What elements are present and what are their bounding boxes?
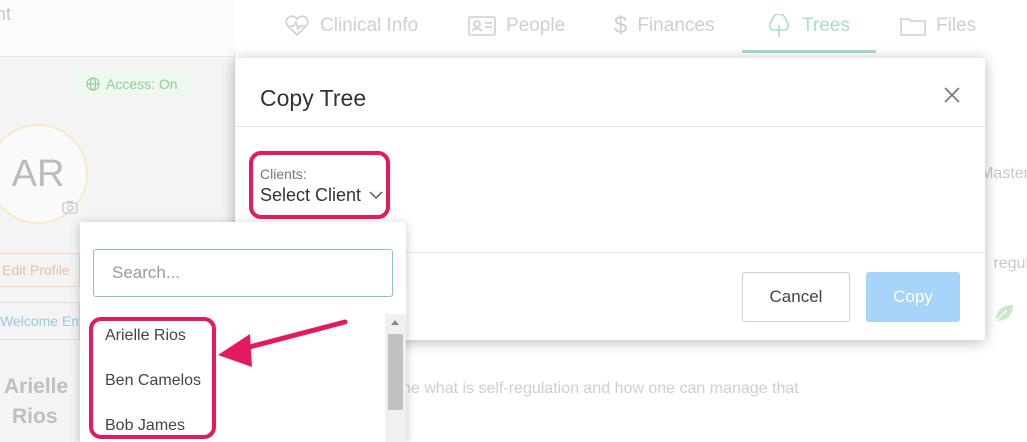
client-option-list: Arielle Rios Ben Camelos Bob James bbox=[80, 314, 385, 442]
avatar-initials: AR bbox=[11, 152, 65, 195]
welcome-email-label: Welcome Em bbox=[0, 313, 80, 329]
leaf-icon bbox=[993, 302, 1015, 330]
client-last-name: Rios bbox=[12, 405, 58, 428]
tab-label: Files bbox=[936, 15, 977, 36]
modal-header: Copy Tree bbox=[235, 58, 985, 127]
main-tabs: Clinical Info People $ Finances Trees Fi… bbox=[234, 0, 1027, 52]
header-fragment: nt bbox=[0, 4, 12, 24]
tab-label: Trees bbox=[802, 15, 850, 36]
cancel-button[interactable]: Cancel bbox=[742, 272, 850, 322]
camera-icon[interactable] bbox=[62, 200, 78, 217]
globe-icon bbox=[86, 77, 100, 91]
scroll-thumb[interactable] bbox=[388, 334, 403, 410]
tree-icon bbox=[768, 14, 790, 37]
client-first-name: Arielle bbox=[4, 375, 69, 398]
clients-label: Clients: bbox=[260, 166, 307, 182]
tree-description: ne what is self-regulation and how one c… bbox=[402, 380, 799, 397]
folder-icon bbox=[900, 18, 926, 36]
welcome-email-button[interactable]: Welcome Em bbox=[0, 302, 80, 340]
client-select-value: Select Client bbox=[260, 185, 362, 205]
clients-field[interactable]: Clients: Select Client bbox=[260, 166, 388, 220]
dollar-icon: $ bbox=[614, 12, 628, 39]
copy-button[interactable]: Copy bbox=[866, 272, 960, 322]
sidebar-header: nt bbox=[0, 0, 234, 57]
edit-profile-label: Edit Profile bbox=[2, 262, 70, 278]
background-text: Master bbox=[980, 165, 1027, 182]
tab-clinical-info[interactable]: Clinical Info bbox=[284, 0, 418, 52]
client-select[interactable]: Select Client bbox=[260, 185, 383, 206]
tab-files[interactable]: Files bbox=[900, 0, 976, 52]
tab-trees[interactable]: Trees bbox=[766, 0, 850, 52]
list-item[interactable]: Arielle Rios bbox=[105, 327, 186, 345]
background-text: regul bbox=[993, 255, 1027, 272]
id-card-icon bbox=[468, 16, 496, 36]
chevron-down-icon bbox=[369, 191, 383, 199]
close-icon[interactable] bbox=[943, 86, 963, 106]
active-tab-indicator bbox=[742, 50, 876, 53]
scroll-up-icon[interactable] bbox=[391, 320, 399, 325]
client-search-input[interactable] bbox=[93, 249, 393, 297]
list-item[interactable]: Ben Camelos bbox=[105, 372, 201, 390]
dropdown-scrollbar[interactable] bbox=[385, 314, 406, 442]
heart-pulse-icon bbox=[285, 15, 309, 37]
list-item[interactable]: Bob James bbox=[105, 417, 185, 435]
edit-profile-button[interactable]: Edit Profile bbox=[0, 253, 80, 287]
access-status-badge[interactable]: Access: On bbox=[72, 69, 194, 99]
tab-people[interactable]: People bbox=[468, 0, 565, 52]
tab-label: Clinical Info bbox=[320, 15, 419, 36]
modal-title: Copy Tree bbox=[260, 85, 367, 111]
access-status-label: Access: On bbox=[106, 76, 178, 92]
client-dropdown: Arielle Rios Ben Camelos Bob James bbox=[80, 222, 406, 442]
tab-finances[interactable]: $ Finances bbox=[614, 0, 714, 52]
tab-label: People bbox=[506, 15, 566, 36]
tab-label: Finances bbox=[637, 15, 715, 36]
